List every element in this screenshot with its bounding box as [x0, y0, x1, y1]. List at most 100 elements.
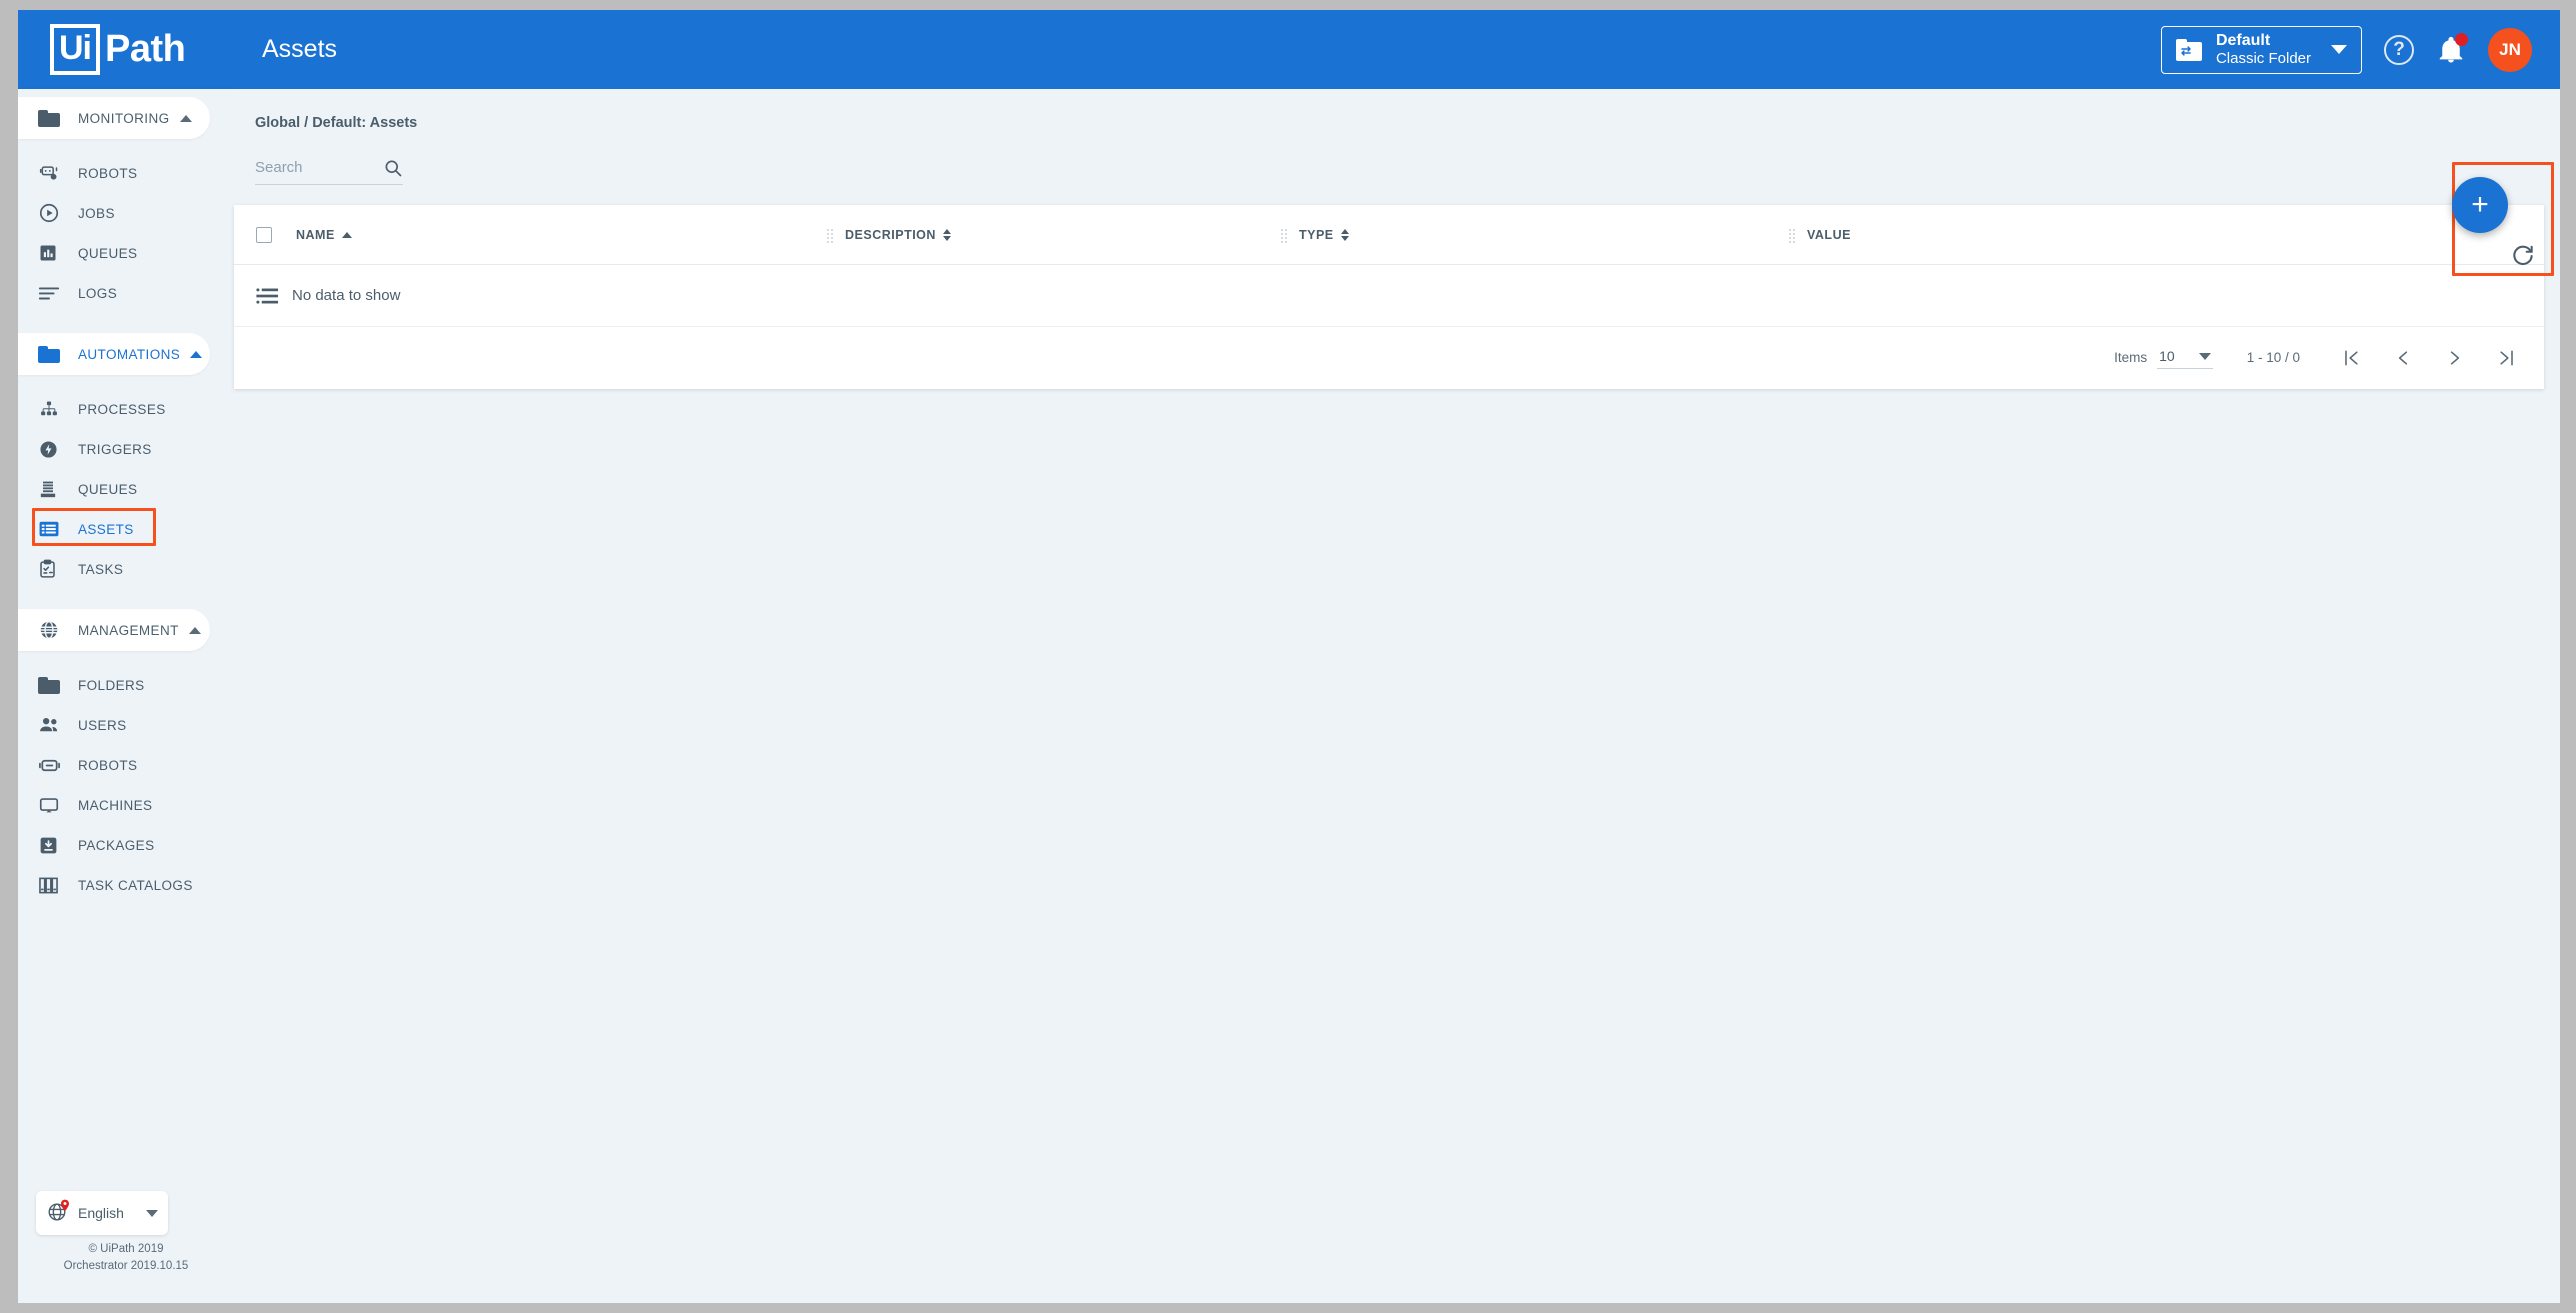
sort-none-icon	[1341, 229, 1349, 241]
globe-icon	[38, 619, 64, 641]
language-selector[interactable]: English	[36, 1191, 168, 1235]
list-icon	[256, 287, 279, 305]
folder-name: Default	[2216, 31, 2311, 50]
orchestrator-app: Ui Path Assets ⇄ Default Classic Folder …	[18, 10, 2560, 1303]
search-box[interactable]	[255, 151, 403, 185]
last-page-button[interactable]	[2496, 347, 2518, 369]
select-all-checkbox[interactable]	[256, 227, 272, 243]
previous-page-button[interactable]	[2392, 347, 2414, 369]
sidebar-section-automations[interactable]: AUTOMATIONS	[18, 333, 210, 375]
stack-tray-icon	[38, 479, 64, 500]
search-input[interactable]	[255, 159, 363, 176]
sidebar-item-robots-management[interactable]: ROBOTS	[18, 745, 234, 785]
sidebar-item-robots-monitoring[interactable]: ROBOTS	[18, 153, 234, 193]
table-header-row: NAME DESCRIPTION TYPE VALUE	[234, 205, 2544, 265]
empty-message: No data to show	[292, 287, 400, 304]
books-icon	[38, 876, 64, 895]
column-drag-handle[interactable]	[826, 228, 833, 243]
copyright-text: © UiPath 2019	[18, 1241, 234, 1258]
sidebar-item-machines[interactable]: MACHINES	[18, 785, 234, 825]
sidebar-item-jobs[interactable]: JOBS	[18, 193, 234, 233]
assets-table-card: NAME DESCRIPTION TYPE VALUE	[234, 205, 2544, 389]
main-content: Global / Default: Assets NAME DESCRIPTIO…	[234, 89, 2560, 1303]
notifications-button[interactable]	[2436, 34, 2466, 66]
refresh-button[interactable]	[2510, 243, 2536, 269]
sidebar: MONITORING ROBOTS JOBS	[18, 89, 234, 1303]
sidebar-item-label: FOLDERS	[78, 678, 145, 693]
folder-icon	[38, 677, 64, 694]
column-drag-handle[interactable]	[1788, 228, 1795, 243]
top-bar: Ui Path Assets ⇄ Default Classic Folder …	[18, 10, 2560, 89]
page-title: Assets	[262, 35, 337, 64]
sidebar-section-label: MONITORING	[78, 111, 170, 126]
bar-chart-icon	[38, 243, 64, 263]
items-label: Items	[2114, 350, 2147, 365]
items-per-page-select[interactable]: 10	[2157, 346, 2213, 369]
top-bar-actions: ⇄ Default Classic Folder ? JN	[2161, 10, 2532, 89]
chevron-up-icon	[180, 115, 192, 122]
logo-area[interactable]: Ui Path	[18, 10, 234, 89]
first-page-button[interactable]	[2340, 347, 2362, 369]
pagination-buttons	[2340, 347, 2518, 369]
sidebar-item-queues-automations[interactable]: QUEUES	[18, 469, 234, 509]
sidebar-item-label: JOBS	[78, 206, 115, 221]
sidebar-item-users[interactable]: USERS	[18, 705, 234, 745]
sidebar-item-packages[interactable]: PACKAGES	[18, 825, 234, 865]
column-label: TYPE	[1299, 228, 1334, 242]
clipboard-check-icon	[38, 559, 64, 580]
column-label: NAME	[296, 228, 335, 242]
footer-copyright: © UiPath 2019 Orchestrator 2019.10.15	[18, 1241, 234, 1276]
chevron-up-icon	[190, 351, 202, 358]
sidebar-item-tasks[interactable]: TASKS	[18, 549, 234, 589]
uipath-logo: Ui Path	[50, 24, 185, 75]
sidebar-item-label: ASSETS	[78, 522, 134, 537]
sidebar-section-management[interactable]: MANAGEMENT	[18, 609, 210, 651]
avatar[interactable]: JN	[2488, 28, 2532, 72]
pagination-range: 1 - 10 / 0	[2247, 350, 2300, 365]
logo-ui-mark: Ui	[50, 24, 100, 75]
column-label: DESCRIPTION	[845, 228, 936, 242]
sidebar-item-label: TASKS	[78, 562, 123, 577]
search-icon[interactable]	[383, 158, 403, 178]
sidebar-item-task-catalogs[interactable]: TASK CATALOGS	[18, 865, 234, 905]
sidebar-item-queues-monitoring[interactable]: QUEUES	[18, 233, 234, 273]
sidebar-item-label: TASK CATALOGS	[78, 878, 193, 893]
sort-ascending-icon	[342, 232, 352, 238]
sidebar-item-label: ROBOTS	[78, 166, 137, 181]
help-icon[interactable]: ?	[2384, 35, 2414, 65]
table-pagination: Items 10 1 - 10 / 0	[234, 327, 2544, 388]
robot-icon	[38, 757, 64, 774]
assets-list-icon	[38, 520, 64, 538]
folder-icon	[38, 346, 64, 363]
sidebar-item-folders[interactable]: FOLDERS	[18, 665, 234, 705]
chevron-down-icon	[146, 1210, 158, 1217]
column-header-type[interactable]: TYPE	[1280, 205, 1349, 265]
column-header-value[interactable]: VALUE	[1788, 205, 1851, 265]
column-label: VALUE	[1807, 228, 1851, 242]
sidebar-item-logs[interactable]: LOGS	[18, 273, 234, 313]
next-page-button[interactable]	[2444, 347, 2466, 369]
column-drag-handle[interactable]	[1280, 228, 1287, 243]
sidebar-item-processes[interactable]: PROCESSES	[18, 389, 234, 429]
sidebar-section-monitoring[interactable]: MONITORING	[18, 97, 210, 139]
sidebar-section-label: AUTOMATIONS	[78, 347, 180, 362]
sidebar-item-triggers[interactable]: TRIGGERS	[18, 429, 234, 469]
add-asset-button[interactable]: +	[2452, 177, 2508, 233]
folder-icon	[38, 110, 64, 127]
lightning-circle-icon	[38, 439, 64, 460]
column-header-description[interactable]: DESCRIPTION	[826, 205, 951, 265]
sidebar-item-label: USERS	[78, 718, 127, 733]
breadcrumb: Global / Default: Assets	[255, 115, 417, 131]
sidebar-section-label: MANAGEMENT	[78, 623, 179, 638]
logo-path-text: Path	[105, 28, 185, 71]
column-header-name[interactable]: NAME	[296, 205, 352, 265]
users-icon	[38, 716, 64, 734]
sort-none-icon	[943, 229, 951, 241]
folder-selector[interactable]: ⇄ Default Classic Folder	[2161, 26, 2362, 74]
refresh-icon	[2510, 243, 2536, 269]
sidebar-item-assets[interactable]: ASSETS	[18, 509, 234, 549]
chevron-down-icon	[2199, 353, 2211, 360]
table-empty-row: No data to show	[234, 265, 2544, 327]
robot-network-icon	[38, 163, 64, 183]
sidebar-item-label: PROCESSES	[78, 402, 166, 417]
